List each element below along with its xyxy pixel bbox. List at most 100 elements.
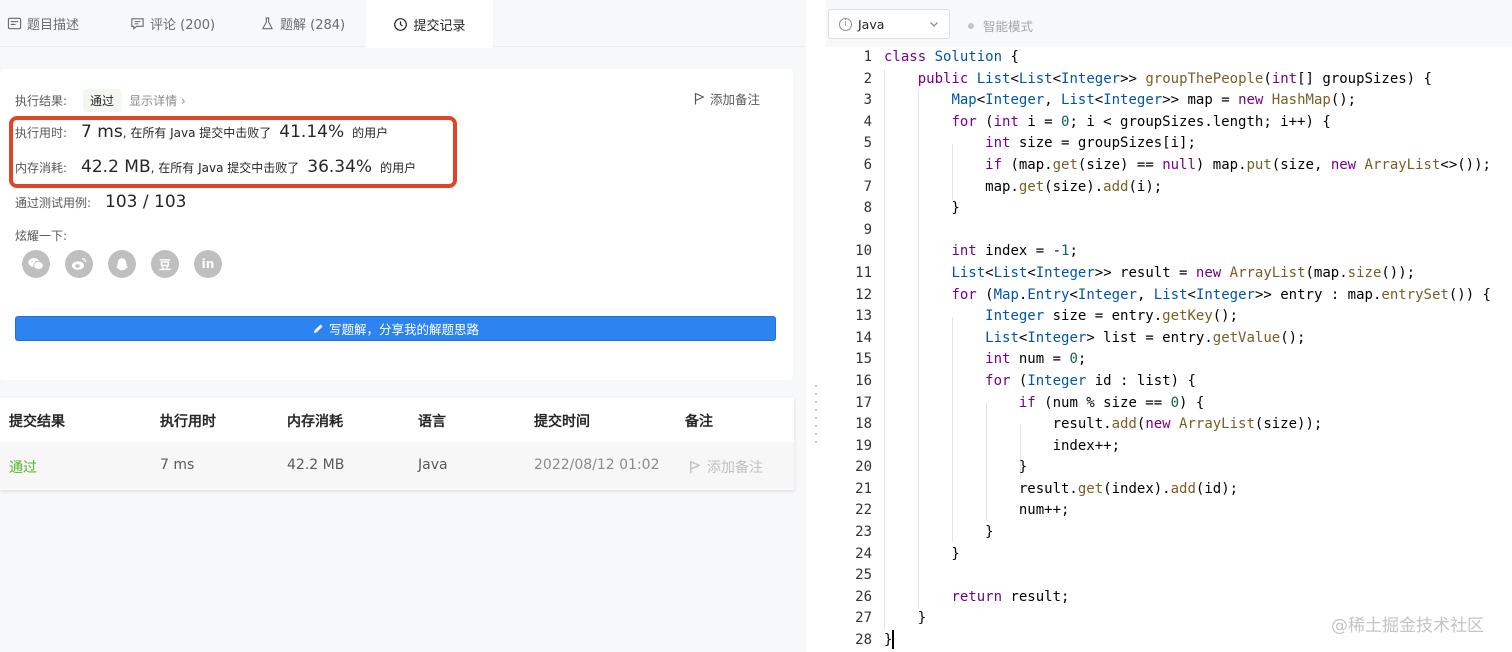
flask-icon	[262, 17, 273, 30]
left-panel: 题目描述 评论 (200) 题解 (284) 提交记录 执行结果: 通过 显示详…	[0, 0, 806, 652]
code-line[interactable]: }	[884, 457, 1512, 479]
smart-mode-label: 智能模式	[983, 19, 1034, 34]
line-number: 10	[855, 243, 872, 260]
line-number: 2	[863, 70, 872, 87]
code-line[interactable]: return result;	[884, 587, 1512, 609]
description-icon	[7, 17, 22, 30]
line-number: 19	[855, 437, 872, 454]
pencil-icon	[313, 324, 323, 333]
smart-mode-toggle[interactable]: 智能模式	[968, 16, 1033, 35]
column-header-memory: 内存消耗	[287, 414, 343, 430]
tab-submissions[interactable]: 提交记录	[366, 0, 493, 48]
code-line[interactable]: List<List<Integer>> result = new ArrayLi…	[884, 263, 1512, 285]
code-line[interactable]: int size = groupSizes[i];	[884, 133, 1512, 155]
line-number: 12	[855, 286, 872, 303]
code-line[interactable]: for (Map.Entry<Integer, List<Integer>> e…	[884, 285, 1512, 307]
tab-label: 题解 (284)	[280, 18, 346, 33]
row-time: 2022/08/12 01:02	[534, 457, 660, 473]
tab-label: 评论 (200)	[150, 18, 216, 33]
code-line[interactable]: }	[884, 198, 1512, 220]
code-line[interactable]: public List<List<Integer>> groupThePeopl…	[884, 69, 1512, 91]
line-number: 13	[855, 308, 872, 325]
submissions-table: 提交结果 执行用时 内存消耗 语言 提交时间 备注 通过 7 ms 42.2 M…	[0, 398, 794, 490]
code-line[interactable]	[884, 565, 1512, 587]
status-badge: 通过	[83, 89, 122, 112]
chevron-down-icon	[930, 22, 938, 27]
column-header-note: 备注	[685, 414, 713, 430]
wechat-icon[interactable]	[22, 250, 50, 278]
panel-splitter[interactable]	[806, 0, 826, 652]
line-number: 16	[855, 372, 872, 389]
show-detail-link[interactable]: 显示详情 ›	[129, 92, 186, 109]
table-row[interactable]: 通过 7 ms 42.2 MB Java 2022/08/12 01:02 添加…	[0, 442, 794, 489]
weibo-icon[interactable]	[65, 250, 93, 278]
line-number: 18	[855, 416, 872, 433]
line-number: 25	[855, 567, 872, 584]
line-number: 23	[855, 524, 872, 541]
row-note-label: 添加备注	[707, 460, 763, 476]
editor-toolbar: i Java 智能模式	[826, 0, 1512, 47]
code-line[interactable]: int num = 0;	[884, 349, 1512, 371]
flag-icon	[690, 461, 700, 474]
drag-handle-icon	[815, 385, 817, 443]
add-note-button[interactable]: 添加备注	[694, 89, 760, 108]
language-select[interactable]: i Java	[828, 9, 950, 39]
watermark: @稀土掘金技术社区	[1331, 616, 1484, 636]
code-line[interactable]: if (num % size == 0) {	[884, 393, 1512, 415]
flag-icon	[694, 92, 705, 105]
tests-label: 通过测试用例:	[15, 195, 92, 210]
line-number: 15	[855, 351, 872, 368]
code-line[interactable]: result.get(index).add(id);	[884, 479, 1512, 501]
qq-icon[interactable]	[108, 250, 136, 278]
tests-row: 通过测试用例: 103 / 103	[15, 192, 186, 212]
column-header-time: 提交时间	[534, 414, 590, 430]
tab-label: 提交记录	[413, 18, 466, 34]
code-line[interactable]: int index = -1;	[884, 241, 1512, 263]
code-line[interactable]: index++;	[884, 436, 1512, 458]
write-solution-button[interactable]: 写题解，分享我的解题思路	[15, 316, 776, 341]
language-value: Java	[858, 16, 885, 32]
line-number: 5	[863, 135, 872, 152]
linkedin-icon[interactable]: in	[194, 250, 222, 278]
result-label: 执行结果:	[15, 94, 68, 108]
line-number: 3	[863, 92, 872, 109]
line-number: 21	[855, 480, 872, 497]
result-row: 执行结果: 通过 显示详情 ›	[15, 89, 186, 112]
share-icons: 豆 in	[22, 250, 222, 278]
code-line[interactable]	[884, 220, 1512, 242]
share-label: 炫耀一下:	[15, 229, 68, 243]
code-line[interactable]: if (map.get(size) == null) map.put(size,…	[884, 155, 1512, 177]
row-runtime: 7 ms	[160, 457, 195, 473]
column-header-language: 语言	[418, 414, 446, 430]
line-number: 7	[863, 178, 872, 195]
code-line[interactable]: for (int i = 0; i < groupSizes.length; i…	[884, 112, 1512, 134]
code-line[interactable]: map.get(size).add(i);	[884, 177, 1512, 199]
line-number-gutter: 1 2 3 4 5 6 7 8 9 10 11 12 13 14 15 16 17 18 19 20 21 22 23 24 2…	[826, 47, 872, 652]
code-line[interactable]: class Solution {	[884, 47, 1512, 69]
info-icon: i	[839, 17, 852, 31]
line-number: 1	[863, 49, 872, 65]
code-line[interactable]: Map<Integer, List<Integer>> map = new Ha…	[884, 90, 1512, 112]
douban-icon[interactable]: 豆	[151, 250, 179, 278]
douban-char: 豆	[158, 257, 171, 272]
line-number: 27	[855, 610, 872, 627]
code-line[interactable]: List<Integer> list = entry.getValue();	[884, 328, 1512, 350]
clock-icon	[394, 17, 408, 31]
code-line[interactable]: Integer size = entry.getKey();	[884, 306, 1512, 328]
line-number: 28	[855, 632, 872, 649]
tab-description[interactable]: 题目描述	[7, 0, 79, 47]
line-number: 22	[855, 502, 872, 519]
tab-comments[interactable]: 评论 (200)	[130, 0, 215, 47]
code-area[interactable]: class Solution { public List<List<Intege…	[884, 47, 1512, 652]
code-line[interactable]: result.add(new ArrayList(size));	[884, 414, 1512, 436]
tab-solutions[interactable]: 题解 (284)	[260, 0, 345, 47]
row-status[interactable]: 通过	[9, 457, 37, 477]
code-line[interactable]: }	[884, 544, 1512, 566]
code-line[interactable]: for (Integer id : list) {	[884, 371, 1512, 393]
row-add-note-button[interactable]: 添加备注	[689, 457, 763, 477]
code-editor[interactable]: 1 2 3 4 5 6 7 8 9 10 11 12 13 14 15 16 17 18 19 20 21 22 23 24 2…	[826, 47, 1512, 652]
code-line[interactable]: num++;	[884, 500, 1512, 522]
code-line[interactable]: }	[884, 522, 1512, 544]
tests-value: 103 / 103	[105, 192, 187, 212]
row-language: Java	[418, 457, 448, 473]
